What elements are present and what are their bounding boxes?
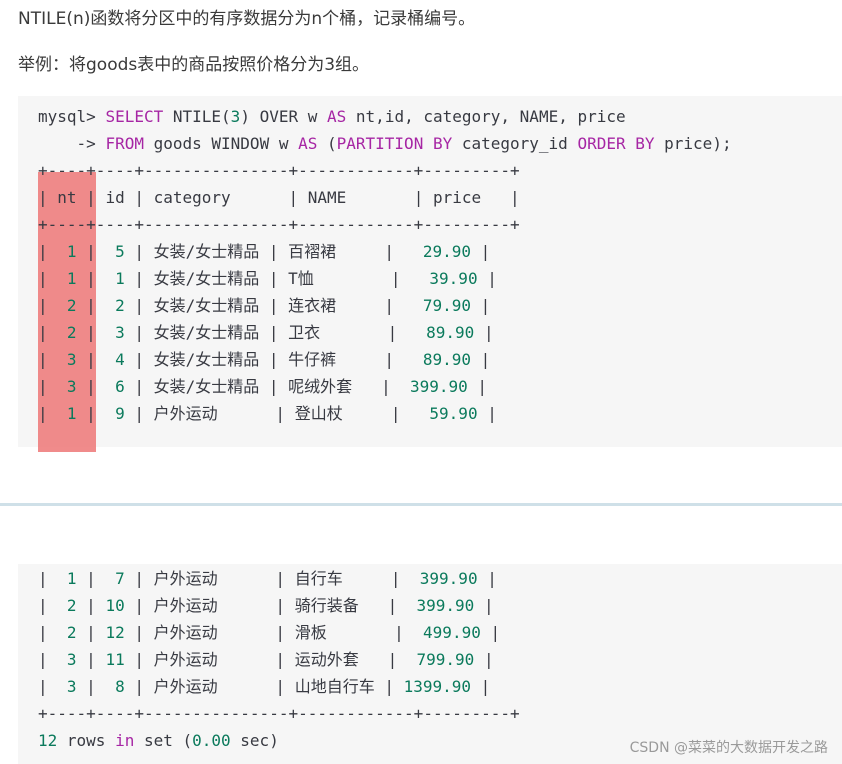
category-cell: 户外运动	[153, 404, 266, 423]
id-cell: 3	[105, 323, 125, 342]
name-cell: 牛仔裤	[288, 350, 375, 369]
top-row-5: | 3 | 6 | 女装/女士精品 | 呢绒外套 | 399.90 |	[38, 377, 488, 396]
nt-cell: 1	[57, 569, 77, 588]
name-cell: 运动外套	[294, 650, 378, 669]
name-cell: 连衣裙	[288, 296, 375, 315]
category-cell: 户外运动	[153, 596, 266, 615]
result-summary: 12 rows in set (0.00 sec)	[38, 731, 279, 750]
nt-cell: 1	[57, 269, 77, 288]
nt-cell: 3	[57, 650, 77, 669]
price-cell: 799.90	[406, 650, 475, 669]
id-cell: 4	[105, 350, 125, 369]
table-border-bottom: +----+----+---------------+------------+…	[38, 704, 520, 723]
bottom-row-4: | 3 | 8 | 户外运动 | 山地自行车 | 1399.90 |	[38, 677, 491, 696]
category-cell: 户外运动	[153, 650, 266, 669]
price-cell: 59.90	[410, 404, 478, 423]
name-cell: 卫衣	[288, 323, 378, 342]
category-cell: 户外运动	[153, 569, 266, 588]
id-cell: 9	[105, 404, 125, 423]
table-header: | nt | id | category | NAME | price |	[38, 188, 520, 207]
category-cell: 女装/女士精品	[153, 269, 260, 288]
nt-cell: 1	[57, 242, 77, 261]
header-category: category	[153, 188, 279, 207]
header-nt: nt	[57, 188, 77, 207]
bottom-row-1: | 2 | 10 | 户外运动 | 骑行装备 | 399.90 |	[38, 596, 494, 615]
price-cell: 399.90	[410, 569, 478, 588]
price-cell: 399.90	[406, 596, 475, 615]
header-name: NAME	[307, 188, 405, 207]
bottom-row-2: | 2 | 12 | 户外运动 | 滑板 | 499.90 |	[38, 623, 501, 642]
name-cell: 滑板	[294, 623, 385, 642]
id-cell: 11	[105, 650, 125, 669]
top-row-1: | 1 | 1 | 女装/女士精品 | T恤 | 39.90 |	[38, 269, 497, 288]
header-id: id	[105, 188, 125, 207]
example-text: 举例：将goods表中的商品按照价格分为3组。	[18, 55, 370, 75]
id-cell: 7	[105, 569, 125, 588]
price-cell: 29.90	[403, 242, 472, 261]
name-cell: 山地自行车	[294, 677, 375, 696]
name-cell: 登山杖	[294, 404, 382, 423]
nt-cell: 2	[57, 623, 77, 642]
name-cell: 骑行装备	[294, 596, 378, 615]
category-cell: 女装/女士精品	[153, 242, 260, 261]
query-line-1: mysql> SELECT NTILE(3) OVER w AS nt,id, …	[38, 107, 626, 126]
price-cell: 399.90	[400, 377, 468, 396]
category-cell: 女装/女士精品	[153, 350, 260, 369]
price-cell: 39.90	[410, 269, 478, 288]
section-divider	[0, 503, 842, 506]
id-cell: 5	[105, 242, 125, 261]
intro-text: NTILE(n)函数将分区中的有序数据分为n个桶，记录桶编号。	[18, 9, 476, 29]
nt-cell: 2	[57, 323, 77, 342]
id-cell: 8	[105, 677, 125, 696]
nt-cell: 3	[57, 377, 77, 396]
top-row-6: | 1 | 9 | 户外运动 | 登山杖 | 59.90 |	[38, 404, 497, 423]
top-row-2: | 2 | 2 | 女装/女士精品 | 连衣裙 | 79.90 |	[38, 296, 491, 315]
price-cell: 79.90	[403, 296, 472, 315]
id-cell: 12	[105, 623, 125, 642]
nt-cell: 1	[57, 404, 77, 423]
name-cell: 呢绒外套	[288, 377, 372, 396]
category-cell: 女装/女士精品	[153, 323, 260, 342]
bottom-row-3: | 3 | 11 | 户外运动 | 运动外套 | 799.90 |	[38, 650, 494, 669]
category-cell: 女装/女士精品	[153, 296, 260, 315]
header-price: price	[432, 188, 501, 207]
bottom-row-0: | 1 | 7 | 户外运动 | 自行车 | 399.90 |	[38, 569, 497, 588]
query-line-2: -> FROM goods WINDOW w AS (PARTITION BY …	[38, 134, 732, 153]
price-cell: 89.90	[406, 323, 475, 342]
name-cell: 百褶裙	[288, 242, 375, 261]
price-cell: 89.90	[403, 350, 472, 369]
csdn-watermark: CSDN @菜菜的大数据开发之路	[629, 740, 828, 756]
table-border-top: +----+----+---------------+------------+…	[38, 161, 520, 180]
top-row-4: | 3 | 4 | 女装/女士精品 | 牛仔裤 | 89.90 |	[38, 350, 491, 369]
category-cell: 户外运动	[153, 677, 266, 696]
nt-cell: 2	[57, 596, 77, 615]
nt-cell: 3	[57, 677, 77, 696]
table-border-mid: +----+----+---------------+------------+…	[38, 215, 520, 234]
id-cell: 6	[105, 377, 125, 396]
id-cell: 1	[105, 269, 125, 288]
id-cell: 2	[105, 296, 125, 315]
category-cell: 女装/女士精品	[153, 377, 260, 396]
name-cell: T恤	[288, 269, 382, 288]
price-cell: 1399.90	[403, 677, 472, 696]
category-cell: 户外运动	[153, 623, 266, 642]
top-row-0: | 1 | 5 | 女装/女士精品 | 百褶裙 | 29.90 |	[38, 242, 491, 261]
id-cell: 10	[105, 596, 125, 615]
top-row-3: | 2 | 3 | 女装/女士精品 | 卫衣 | 89.90 |	[38, 323, 494, 342]
nt-cell: 2	[57, 296, 77, 315]
nt-cell: 3	[57, 350, 77, 369]
price-cell: 499.90	[413, 623, 481, 642]
name-cell: 自行车	[294, 569, 382, 588]
